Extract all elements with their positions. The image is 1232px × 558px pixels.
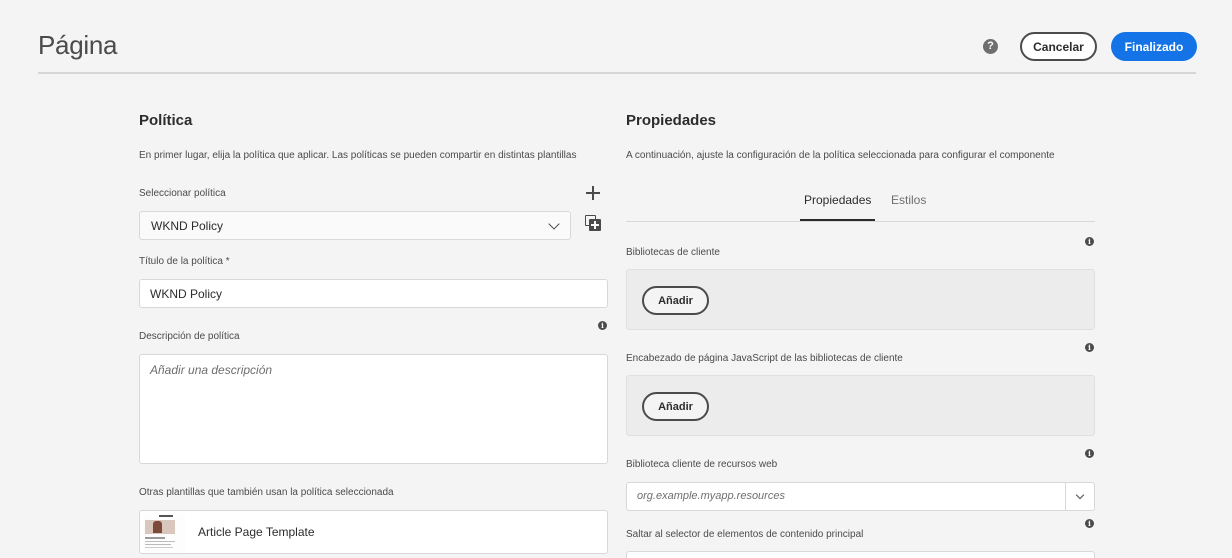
add-head-js-button[interactable]: Añadir xyxy=(642,392,709,421)
page-header: Página ? Cancelar Finalizado xyxy=(38,0,1197,74)
policy-heading: Política xyxy=(139,112,193,129)
chevron-down-icon xyxy=(1075,490,1085,500)
tab-styles[interactable]: Estilos xyxy=(891,193,926,221)
chevron-down-icon xyxy=(548,218,560,230)
info-icon[interactable]: i xyxy=(1085,449,1094,458)
info-icon[interactable]: i xyxy=(1085,237,1094,246)
properties-heading: Propiedades xyxy=(626,112,717,129)
other-templates-label: Otras plantillas que también usan la pol… xyxy=(139,487,394,498)
client-libs-well: Añadir xyxy=(626,269,1095,330)
properties-description: A continuación, ajuste la configuración … xyxy=(626,150,1055,161)
policy-description-textarea[interactable]: Añadir una descripción xyxy=(139,354,608,464)
help-icon[interactable]: ? xyxy=(983,39,998,54)
head-js-label: Encabezado de página JavaScript de las b… xyxy=(626,353,903,364)
list-item[interactable]: Article Page Template xyxy=(139,510,608,554)
info-icon[interactable]: i xyxy=(1085,343,1094,352)
tab-properties[interactable]: Propiedades xyxy=(800,193,876,221)
properties-tabs: Propiedades Estilos xyxy=(626,188,1095,222)
add-policy-icon[interactable] xyxy=(586,186,600,200)
duplicate-policy-icon[interactable] xyxy=(585,215,601,231)
policy-description: En primer lugar, elija la política que a… xyxy=(139,150,577,161)
web-resources-value: org.example.myapp.resources xyxy=(637,490,785,502)
done-button[interactable]: Finalizado xyxy=(1111,32,1197,61)
template-name: Article Page Template xyxy=(198,525,315,539)
skip-main-label: Saltar al selector de elementos de conte… xyxy=(626,529,864,540)
info-icon[interactable]: i xyxy=(1085,519,1094,528)
client-libs-label: Bibliotecas de cliente xyxy=(626,247,720,258)
info-icon[interactable]: i xyxy=(598,321,607,330)
policy-title-label: Título de la política * xyxy=(139,256,230,267)
template-thumbnail xyxy=(143,513,185,553)
page-title: Página xyxy=(38,30,118,60)
cancel-button[interactable]: Cancelar xyxy=(1020,32,1097,61)
policy-select[interactable]: WKND Policy xyxy=(139,211,571,240)
add-client-lib-button[interactable]: Añadir xyxy=(642,286,709,315)
skip-main-input[interactable] xyxy=(626,551,1095,558)
policy-description-label: Descripción de política xyxy=(139,331,240,342)
policy-title-input[interactable]: WKND Policy xyxy=(139,279,608,308)
policy-select-value: WKND Policy xyxy=(151,219,224,233)
select-policy-label: Seleccionar política xyxy=(139,188,226,199)
combobox-toggle[interactable] xyxy=(1065,483,1094,510)
web-resources-combobox[interactable]: org.example.myapp.resources xyxy=(626,482,1095,511)
head-js-well: Añadir xyxy=(626,375,1095,436)
web-resources-label: Biblioteca cliente de recursos web xyxy=(626,459,778,470)
